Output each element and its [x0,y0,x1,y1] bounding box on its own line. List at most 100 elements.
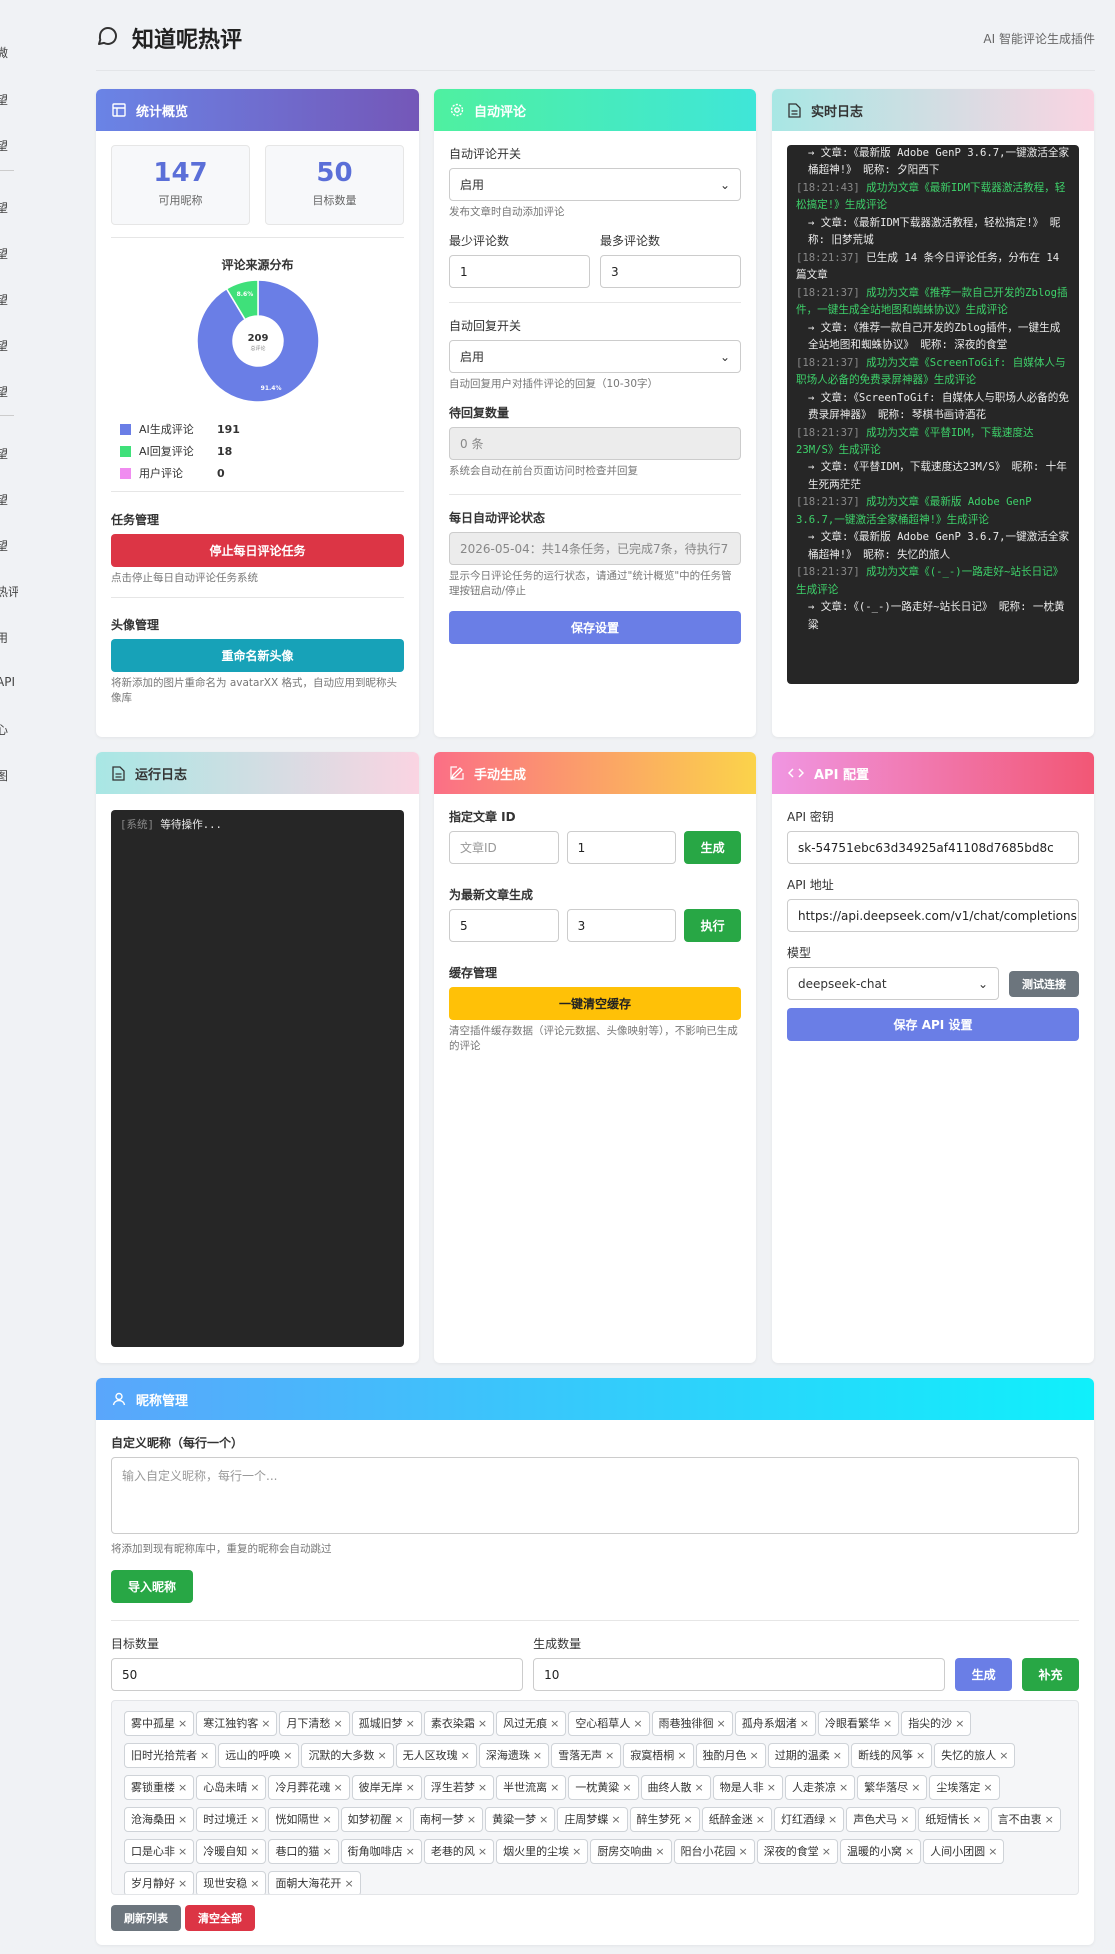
sidebar-item[interactable]: 望 [0,383,8,400]
remove-tag-icon[interactable]: × [622,1781,631,1794]
remove-tag-icon[interactable]: × [833,1749,842,1762]
nickname-tag[interactable]: 失忆的旅人 × [934,1743,1016,1769]
remove-tag-icon[interactable]: × [539,1813,548,1826]
remove-tag-icon[interactable]: × [395,1813,404,1826]
remove-tag-icon[interactable]: × [333,1717,342,1730]
remove-tag-icon[interactable]: × [828,1813,837,1826]
nickname-tag[interactable]: 浮生若梦 × [423,1775,495,1801]
remove-tag-icon[interactable]: × [333,1781,342,1794]
nickname-tag[interactable]: 半世流离 × [496,1775,567,1801]
remove-tag-icon[interactable]: × [822,1845,831,1858]
nickname-tag[interactable]: 深夜的食堂 × [756,1839,838,1865]
nickname-tag[interactable]: 尘埃落定 × [929,1775,1000,1801]
remove-tag-icon[interactable]: × [250,1813,259,1826]
nickname-tag[interactable]: 指尖的沙 × [901,1711,972,1737]
remove-tag-icon[interactable]: × [478,1781,487,1794]
nickname-tag[interactable]: 言不由衷 × [990,1807,1061,1833]
sidebar-item[interactable]: 望 [0,291,8,308]
remove-tag-icon[interactable]: × [250,1877,259,1890]
nickname-tag[interactable]: 繁华落尽 × [857,1775,928,1801]
remove-tag-icon[interactable]: × [739,1845,748,1858]
nickname-tag[interactable]: 冷眼看繁华 × [817,1711,900,1737]
remove-tag-icon[interactable]: × [461,1749,470,1762]
remove-tag-icon[interactable]: × [261,1717,270,1730]
latest-articles-input[interactable]: 5 [449,909,559,942]
execute-button[interactable]: 执行 [684,909,741,942]
nickname-tag[interactable]: 孤舟系烟渚 × [734,1711,816,1737]
nickname-tag[interactable]: 温暖的小窝 × [839,1839,922,1865]
nickname-tag[interactable]: 物是人非 × [712,1775,783,1801]
nickname-tag[interactable]: 过期的温柔 × [767,1743,849,1769]
remove-tag-icon[interactable]: × [999,1749,1008,1762]
min-comments-input[interactable]: 1 [449,255,590,289]
save-api-button[interactable]: 保存 API 设置 [787,1008,1079,1041]
remove-tag-icon[interactable]: × [344,1877,353,1890]
article-id-input[interactable]: 文章ID [449,831,559,864]
generate-button[interactable]: 生成 [684,831,741,864]
nickname-tag[interactable]: 一枕黄粱 × [568,1775,639,1801]
sidebar-item[interactable]: 望 [0,491,8,508]
remove-tag-icon[interactable]: × [377,1749,386,1762]
nickname-tag[interactable]: 寒江独钓客 × [196,1711,278,1737]
remove-tag-icon[interactable]: × [178,1781,187,1794]
sidebar-item[interactable]: 望 [0,537,8,554]
realtime-log-console[interactable]: → 文章:《最新版 Adobe GenP 3.6.7,一键激活全家桶超神!》 昵… [787,145,1079,684]
nickname-tag[interactable]: 烟火里的尘埃 × [496,1839,589,1865]
nickname-tag[interactable]: 时过境迁 × [196,1807,267,1833]
remove-tag-icon[interactable]: × [756,1813,765,1826]
nickname-tag[interactable]: 远山的呼唤 × [218,1743,300,1769]
api-url-input[interactable]: https://api.deepseek.com/v1/chat/complet… [787,899,1079,932]
sidebar-item[interactable]: 心 [0,721,8,738]
sidebar-item[interactable]: 望 [0,137,8,154]
nickname-tag[interactable]: 现世安稳 × [196,1871,267,1895]
remove-tag-icon[interactable]: × [250,1781,259,1794]
nickname-tag[interactable]: 口是心非 × [124,1839,195,1865]
remove-tag-icon[interactable]: × [178,1813,187,1826]
clear-cache-button[interactable]: 一键清空缓存 [449,987,741,1020]
remove-tag-icon[interactable]: × [605,1749,614,1762]
remove-tag-icon[interactable]: × [611,1813,620,1826]
sidebar-item[interactable]: 望 [0,245,8,262]
nickname-tag[interactable]: 雾中孤星 × [124,1711,195,1737]
nickname-tag[interactable]: 寂寞梧桐 × [623,1743,694,1769]
remove-tag-icon[interactable]: × [911,1781,920,1794]
nick-fill-button[interactable]: 补充 [1022,1658,1079,1692]
nickname-tag[interactable]: 人走茶凉 × [784,1775,856,1801]
nickname-tag[interactable]: 沉默的大多数 × [301,1743,394,1769]
max-comments-input[interactable]: 3 [600,255,741,289]
remove-tag-icon[interactable]: × [684,1813,693,1826]
remove-tag-icon[interactable]: × [655,1845,664,1858]
remove-tag-icon[interactable]: × [533,1749,542,1762]
remove-tag-icon[interactable]: × [478,1717,487,1730]
nickname-tag[interactable]: 旧时光拾荒者 × [124,1743,217,1769]
sidebar-item[interactable]: 望 [0,337,8,354]
auto-toggle-select[interactable]: 启用 ⌄ [449,168,741,201]
nickname-tag[interactable]: 冷月葬花魂 × [268,1775,350,1801]
remove-tag-icon[interactable]: × [955,1717,964,1730]
auto-reply-select[interactable]: 启用 ⌄ [449,340,741,374]
nickname-tag[interactable]: 冷暖自知 × [196,1839,267,1865]
remove-tag-icon[interactable]: × [905,1845,914,1858]
sidebar-item[interactable]: 望 [0,91,8,108]
remove-tag-icon[interactable]: × [883,1717,892,1730]
test-connection-button[interactable]: 测试连接 [1009,970,1079,997]
remove-tag-icon[interactable]: × [972,1813,981,1826]
remove-tag-icon[interactable]: × [478,1845,487,1858]
remove-tag-icon[interactable]: × [406,1717,415,1730]
nickname-tag[interactable]: 人间小团圆 × [923,1839,1005,1865]
nickname-tag[interactable]: 彼岸无岸 × [351,1775,422,1801]
model-select[interactable]: deepseek-chat ⌄ [787,967,999,1000]
remove-tag-icon[interactable]: × [839,1781,848,1794]
run-log-console[interactable]: [系统] 等待操作... [111,810,404,1347]
article-count-input[interactable]: 1 [566,831,677,864]
nickname-tag[interactable]: 厨房交响曲 × [590,1839,672,1865]
sidebar-item[interactable]: 微 [0,44,8,61]
nick-gen-input[interactable]: 10 [533,1658,946,1692]
nickname-tag[interactable]: 阳台小花园 × [673,1839,755,1865]
api-key-input[interactable]: sk-54751ebc63d34925af41108d7685bd8c [787,831,1079,864]
nickname-tag[interactable]: 岁月静好 × [124,1871,195,1895]
nickname-tag[interactable]: 醉生梦死 × [629,1807,700,1833]
remove-tag-icon[interactable]: × [695,1781,704,1794]
remove-tag-icon[interactable]: × [467,1813,476,1826]
sidebar-item[interactable]: API [0,675,15,689]
